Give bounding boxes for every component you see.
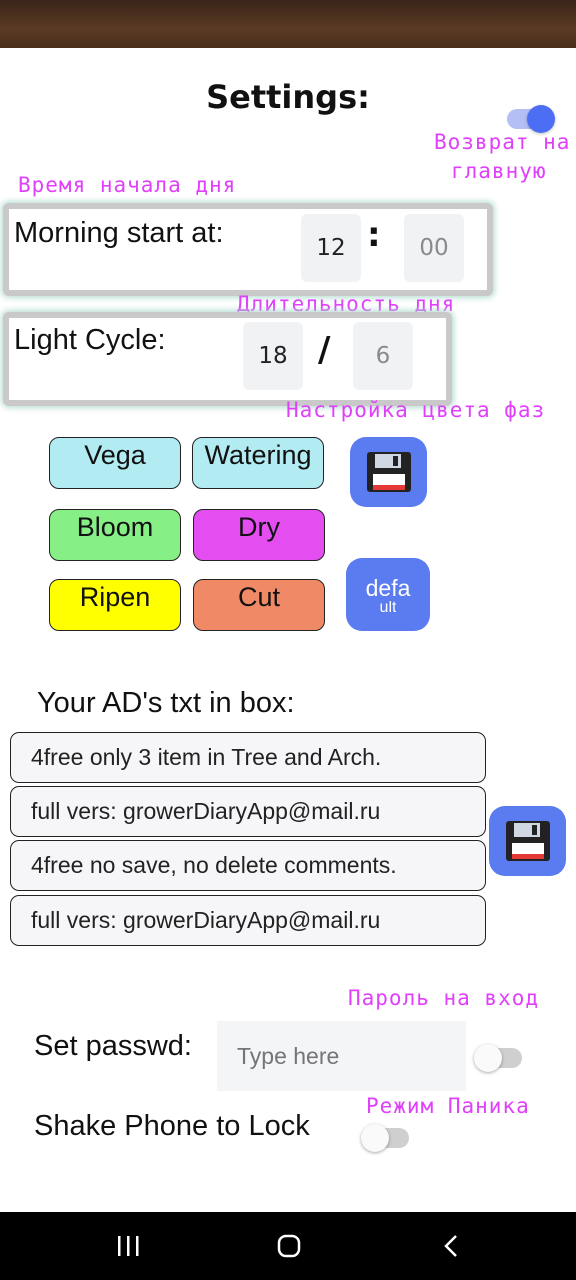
back-icon[interactable]	[440, 1234, 464, 1258]
return-home-toggle[interactable]	[507, 105, 555, 133]
morning-hour-input[interactable]: 12	[301, 214, 361, 282]
toggle-knob	[527, 105, 555, 133]
morning-minute-input[interactable]: 00	[404, 214, 464, 282]
save-ads-button[interactable]	[489, 806, 566, 876]
phase-ripen-button[interactable]: Ripen	[49, 579, 181, 631]
page-title: Settings:	[206, 78, 370, 116]
phase-cut-button[interactable]: Cut	[193, 579, 325, 631]
password-label: Set passwd:	[34, 1030, 192, 1062]
cycle-separator: /	[318, 330, 331, 370]
floppy-disk-icon	[366, 452, 411, 492]
annotation-panic-mode: Режим Паника	[366, 1094, 530, 1118]
ad-text-input-4[interactable]: full vers: growerDiaryApp@mail.ru	[10, 895, 486, 946]
ads-heading: Your AD's txt in box:	[37, 687, 295, 719]
ad-text-input-1[interactable]: 4free only 3 item in Tree and Arch.	[10, 732, 486, 783]
phase-dry-button[interactable]: Dry	[193, 509, 325, 561]
toggle-knob	[361, 1124, 389, 1152]
phase-watering-button[interactable]: Watering	[192, 437, 324, 489]
toggle-knob	[474, 1044, 502, 1072]
status-bar	[0, 0, 576, 48]
annotation-return-home: Возврат на	[434, 130, 571, 154]
default-colors-button[interactable]: defa ult	[346, 558, 430, 631]
phase-bloom-button[interactable]: Bloom	[49, 509, 181, 561]
home-icon[interactable]	[277, 1234, 301, 1258]
light-cycle-panel: Light Cycle: 18 / 6	[3, 312, 452, 406]
ad-text-input-3[interactable]: 4free no save, no delete comments.	[10, 840, 486, 891]
shake-lock-toggle[interactable]	[361, 1124, 409, 1152]
morning-start-panel: Morning start at: 12 : 00	[3, 203, 493, 296]
ad-text-input-2[interactable]: full vers: growerDiaryApp@mail.ru	[10, 786, 486, 837]
annotation-phase-color: Настройка цвета фаз	[286, 398, 546, 422]
navigation-bar	[0, 1212, 576, 1280]
light-cycle-label: Light Cycle:	[14, 324, 166, 356]
save-colors-button[interactable]	[350, 437, 427, 507]
floppy-disk-icon	[505, 821, 550, 861]
morning-start-label: Morning start at:	[14, 217, 224, 249]
phase-vega-button[interactable]: Vega	[49, 437, 181, 489]
time-separator: :	[367, 215, 381, 255]
annotation-return-home-line2: главную	[451, 159, 547, 183]
light-on-hours-input[interactable]: 18	[243, 322, 303, 390]
light-off-hours-input[interactable]: 6	[353, 322, 413, 390]
annotation-login-password: Пароль на вход	[348, 986, 540, 1010]
default-button-label-line2: ult	[379, 600, 397, 615]
shake-lock-label: Shake Phone to Lock	[34, 1110, 310, 1142]
password-input[interactable]	[217, 1021, 466, 1091]
password-toggle[interactable]	[474, 1044, 522, 1072]
default-button-label: defa	[365, 574, 411, 601]
annotation-day-start: Время начала дня	[18, 173, 237, 197]
recent-apps-icon[interactable]	[116, 1234, 140, 1258]
